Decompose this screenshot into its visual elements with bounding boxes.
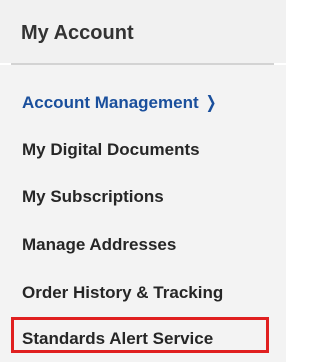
- nav-item-label: My Subscriptions: [22, 187, 164, 206]
- nav-item-my-subscriptions[interactable]: My Subscriptions: [22, 187, 164, 207]
- nav-item-label: Order History & Tracking: [22, 283, 224, 302]
- chevron-right-icon: ❯: [205, 93, 217, 112]
- highlight-box: [11, 317, 269, 353]
- my-account-panel: My Account Account Management ❯ My Digita…: [0, 0, 286, 362]
- nav-item-account-management[interactable]: Account Management ❯: [22, 93, 218, 113]
- nav-item-manage-addresses[interactable]: Manage Addresses: [22, 235, 176, 255]
- nav-item-label: Account Management: [22, 93, 199, 112]
- nav-item-label: Manage Addresses: [22, 235, 177, 254]
- nav-item-my-digital-documents[interactable]: My Digital Documents: [22, 140, 200, 160]
- panel-header: My Account: [0, 0, 286, 63]
- nav-item-label: My Digital Documents: [22, 140, 200, 159]
- nav-item-order-history-tracking[interactable]: Order History & Tracking: [22, 283, 223, 303]
- page-title: My Account: [21, 22, 134, 44]
